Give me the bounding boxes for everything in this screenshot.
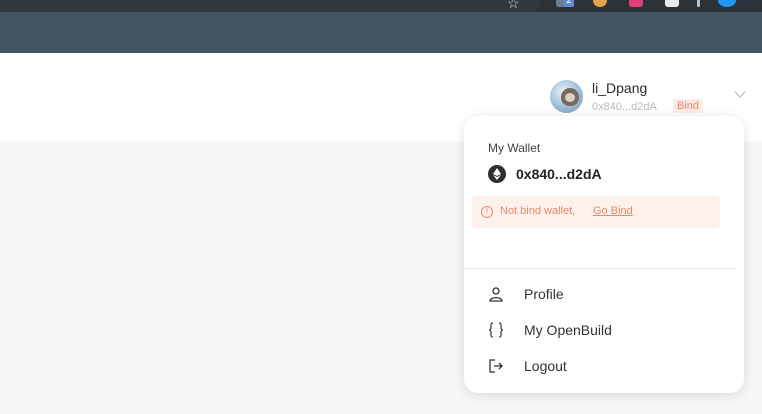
user-dropdown-menu: My Wallet 0x840...d2dA ! Not bind wallet… <box>464 116 744 393</box>
menu-item-label: My OpenBuild <box>524 322 612 338</box>
logout-icon <box>489 359 503 373</box>
avatar[interactable] <box>550 80 583 113</box>
menu-item-label: Profile <box>524 286 564 302</box>
wallet-address: 0x840...d2dA <box>516 166 602 182</box>
bind-badge[interactable]: Bind <box>673 99 704 113</box>
chevron-down-icon[interactable] <box>734 86 746 98</box>
puzzle-extension-icon[interactable] <box>665 0 679 7</box>
menu-item-logout[interactable]: Logout <box>464 349 744 383</box>
divider <box>464 268 736 269</box>
menu-item-profile[interactable]: Profile <box>464 277 744 311</box>
pin-icon[interactable] <box>697 0 700 7</box>
menu-item-my-openbuild[interactable]: My OpenBuild <box>464 313 744 347</box>
braces-icon <box>488 322 504 338</box>
ethereum-icon <box>488 165 506 183</box>
menu-item-label: Logout <box>524 358 567 374</box>
pink-extension-icon[interactable] <box>629 0 643 7</box>
username: li_Dpang <box>592 80 648 96</box>
user-icon <box>489 287 503 302</box>
user-menu-trigger[interactable]: li_Dpang 0x840...d2dA Bind <box>550 80 762 120</box>
warning-text: Not bind wallet, <box>500 205 576 217</box>
bind-warning: ! Not bind wallet, Go Bind <box>472 196 720 228</box>
my-wallet-label: My Wallet <box>488 141 541 155</box>
address-bar[interactable] <box>0 0 540 12</box>
extension-badge: 2 <box>564 0 574 7</box>
go-bind-link[interactable]: Go Bind <box>593 205 633 217</box>
bookmark-star-icon[interactable]: ☆ <box>507 0 520 12</box>
wallet-address-short: 0x840...d2dA <box>592 101 657 113</box>
warning-icon: ! <box>481 206 493 218</box>
